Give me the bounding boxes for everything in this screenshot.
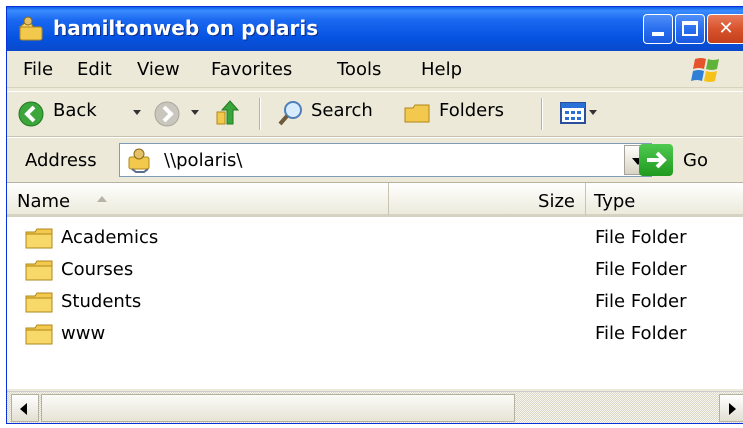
- maximize-icon: [682, 21, 698, 36]
- address-value: \\polaris\: [164, 150, 243, 171]
- item-name: Students: [61, 291, 142, 312]
- go-arrow-icon: [647, 151, 667, 169]
- address-input[interactable]: \\polaris\: [119, 143, 652, 177]
- minimize-icon: [652, 32, 664, 36]
- minimize-button[interactable]: [643, 14, 673, 44]
- forward-dropdown-icon[interactable]: [191, 110, 199, 115]
- item-name: Academics: [61, 227, 159, 248]
- menu-view[interactable]: View: [137, 59, 180, 80]
- folder-icon: [25, 260, 53, 281]
- scrollbar-thumb[interactable]: [41, 394, 515, 422]
- forward-arrow-icon[interactable]: [153, 100, 181, 128]
- folders-icon: [404, 104, 430, 123]
- column-header-type[interactable]: Type: [586, 183, 743, 217]
- menu-help[interactable]: Help: [421, 59, 462, 80]
- file-list: Name Size Type Academics File Folder Cou…: [7, 183, 743, 389]
- go-button[interactable]: Go: [683, 150, 708, 171]
- network-folder-icon: [18, 16, 43, 41]
- up-folder-icon[interactable]: [213, 98, 241, 128]
- toolbar-separator: [541, 98, 543, 130]
- views-dropdown-icon[interactable]: [589, 110, 597, 115]
- close-button[interactable]: ✕: [707, 14, 743, 44]
- column-size-label: Size: [538, 191, 575, 212]
- horizontal-scrollbar[interactable]: [7, 391, 743, 423]
- back-dropdown-icon[interactable]: [133, 110, 141, 115]
- item-type: File Folder: [595, 291, 687, 312]
- item-name: Courses: [61, 259, 134, 280]
- column-header-size[interactable]: Size: [389, 183, 586, 217]
- menu-file[interactable]: File: [23, 59, 53, 80]
- search-button[interactable]: Search: [311, 100, 373, 121]
- item-name: www: [61, 323, 106, 344]
- scroll-left-button[interactable]: [11, 394, 39, 422]
- folder-icon: [25, 292, 53, 313]
- explorer-window: hamiltonweb on polaris ✕ File Edit View …: [6, 6, 743, 424]
- address-bar: Address \\polaris\ Go: [7, 137, 743, 183]
- address-label: Address: [25, 150, 97, 171]
- folders-button[interactable]: Folders: [439, 100, 504, 121]
- window-title: hamiltonweb on polaris: [53, 16, 319, 40]
- menu-tools[interactable]: Tools: [337, 59, 381, 80]
- title-bar[interactable]: hamiltonweb on polaris ✕: [7, 7, 743, 51]
- network-share-icon: [128, 148, 150, 173]
- menu-favorites[interactable]: Favorites: [211, 59, 292, 80]
- list-item[interactable]: Academics File Folder: [7, 223, 743, 255]
- back-arrow-icon[interactable]: [17, 100, 45, 128]
- sort-ascending-icon: [97, 196, 107, 202]
- item-type: File Folder: [595, 227, 687, 248]
- list-item[interactable]: Students File Folder: [7, 287, 743, 319]
- close-icon: ✕: [718, 18, 734, 39]
- search-icon: [278, 101, 302, 126]
- column-name-label: Name: [17, 191, 71, 212]
- maximize-button[interactable]: [675, 14, 705, 44]
- item-type: File Folder: [595, 323, 687, 344]
- windows-logo-icon: [691, 58, 719, 82]
- standard-toolbar: Back Search Folders: [7, 91, 743, 137]
- toolbar-separator: [259, 98, 261, 130]
- back-button[interactable]: Back: [53, 100, 97, 121]
- menu-bar: File Edit View Favorites Tools Help: [7, 51, 743, 88]
- scroll-right-button[interactable]: [719, 394, 743, 422]
- column-type-label: Type: [594, 191, 636, 212]
- folder-icon: [25, 228, 53, 249]
- column-header-name[interactable]: Name: [7, 183, 389, 217]
- list-item[interactable]: Courses File Folder: [7, 255, 743, 287]
- folder-icon: [25, 324, 53, 345]
- menu-edit[interactable]: Edit: [77, 59, 112, 80]
- list-item[interactable]: www File Folder: [7, 319, 743, 351]
- go-arrow-button[interactable]: [639, 144, 673, 176]
- views-icon[interactable]: [559, 100, 587, 126]
- item-type: File Folder: [595, 259, 687, 280]
